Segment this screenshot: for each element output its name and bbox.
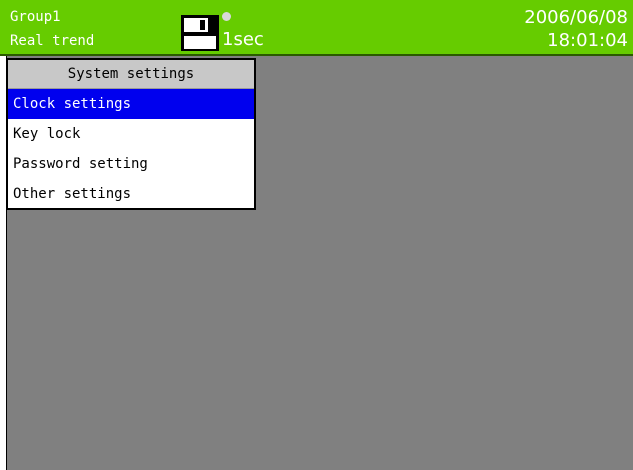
recorder-screen: Group1 Real trend 1sec 2006/06/08 18:01:… [0, 0, 633, 470]
menu-item-key-lock[interactable]: Key lock [8, 119, 254, 149]
menu-item-other-settings[interactable]: Other settings [8, 179, 254, 209]
floppy-disk-icon [181, 15, 219, 51]
date-display: 2006/06/08 [524, 7, 628, 28]
menu-item-password-setting[interactable]: Password setting [8, 149, 254, 179]
menu-item-clock-settings[interactable]: Clock settings [8, 89, 254, 119]
group-name[interactable]: Group1 [10, 9, 61, 25]
display-mode-label[interactable]: Real trend [10, 33, 94, 49]
time-display: 18:01:04 [547, 30, 628, 51]
menu-title: System settings [8, 60, 254, 89]
status-bar: Group1 Real trend 1sec 2006/06/08 18:01:… [0, 0, 633, 56]
sampling-interval: 1sec [222, 29, 264, 50]
status-dot-icon [222, 12, 231, 21]
system-settings-menu: System settings Clock settings Key lock … [6, 58, 256, 210]
